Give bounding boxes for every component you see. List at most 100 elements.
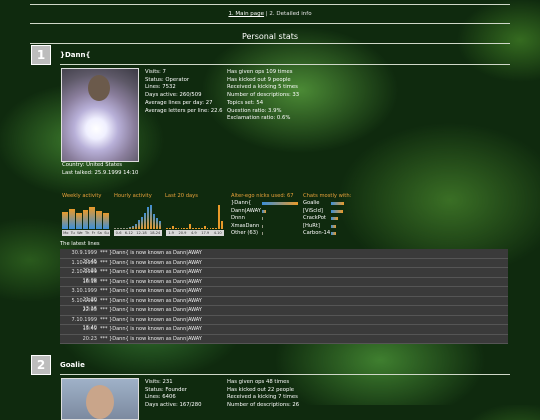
nick-bar — [262, 202, 298, 205]
user-photo — [61, 378, 139, 420]
weekly-bar — [89, 206, 96, 229]
hourly-bar — [138, 219, 140, 229]
last20-bar — [171, 226, 174, 229]
last20-bar — [212, 228, 215, 229]
line-text: *** }Dann{ is now known as Dann|AWAY — [100, 326, 202, 332]
nick-bar — [331, 217, 339, 220]
alter-ego-list: }Dann{Dann|AWAY Dnnn XmasDann Other (63) — [231, 200, 299, 238]
latest-line-row: 2.10.1999 16:09 *** }Dann{ is now known a… — [60, 268, 508, 284]
hourly-axis: 0-6 6-12 12-18 18-24 — [114, 230, 162, 236]
nick-name: CrackPot — [303, 215, 326, 221]
nick-row: Dann|AWAY — [231, 208, 299, 216]
last-talked: Last talked: 25.9.1999 14:10 — [62, 170, 139, 176]
title-rule — [30, 43, 510, 44]
stat-visits: Visits: 7 — [145, 69, 166, 75]
line-timestamp: 16:16 — [82, 278, 97, 285]
line-text: *** }Dann{ is now known as Dann|AWAY — [100, 335, 202, 342]
axis-tick-label: 1.9 — [168, 231, 174, 235]
weekly-bar — [68, 208, 75, 229]
hourly-bar — [123, 228, 125, 229]
stat-ops-given: Has given ops 48 times — [227, 379, 290, 385]
weekly-bar — [82, 210, 89, 229]
last20-bar — [192, 228, 194, 229]
nick-name: }Dann{ — [231, 200, 252, 206]
alter-ego-label: Alter-ego nicks used: 67 — [231, 193, 294, 199]
hourly-bar — [117, 227, 119, 229]
page-title: Personal stats — [241, 32, 299, 41]
nick-bar — [262, 224, 263, 228]
line-text: *** }Dann{ is now known as Dann|AWAY — [100, 259, 202, 266]
user-photo — [61, 68, 139, 162]
axis-tick-label: Sa — [97, 231, 102, 235]
nick-bar — [262, 209, 266, 213]
hourly-bar — [156, 218, 158, 229]
last20-bar — [166, 228, 168, 229]
weekly-activity-label: Weekly activity — [62, 193, 102, 199]
axis-tick-label: 6-12 — [124, 231, 133, 235]
weekly-bar — [103, 212, 109, 229]
nick-name: [ViScId] — [303, 207, 323, 214]
axis-tick-label: Tu — [70, 231, 75, 235]
nick-bar — [262, 232, 264, 235]
weekly-axis: Mo Tu We Th Fr Sa Su — [62, 230, 110, 236]
latest-lines-label: The latest lines — [60, 241, 100, 247]
last-20-days-chart: 1.9 20.9 4.9 17.9 4.10 — [166, 202, 224, 236]
stat-kicked-out: Has kicked out 22 people — [227, 386, 295, 393]
stats-left: Visits: 7 Status: Operator Lines: 7532 D… — [145, 69, 223, 115]
axis-tick-label: 18-24 — [149, 231, 161, 235]
nick-name: Dann|AWAY — [231, 207, 261, 214]
line-timestamp: 15:49 — [82, 326, 97, 332]
last20-bar — [186, 228, 189, 229]
stat-descriptions: Number of descriptions: 26 — [227, 402, 300, 409]
nick-row: Dnnn — [231, 215, 299, 223]
line-timestamp: 7.10.1999 13:40 — [71, 316, 97, 332]
rank-badge: 2 — [31, 355, 51, 375]
stat-days-active: Days active: 260/509 — [145, 92, 202, 99]
stat-exclamation-ratio: Exclamation ratio: 0.6% — [227, 115, 291, 122]
last20-bar — [195, 228, 197, 229]
chats-with-label: Chats mostly with: — [303, 193, 352, 199]
latest-line-row: 16:16 *** }Dann{ is now known as Dann|AWA… — [60, 277, 508, 287]
stat-lines: Lines: 7532 — [145, 84, 176, 91]
line-timestamp: 5.10.1999 13:16 — [71, 297, 97, 313]
main-page-link[interactable]: 1. Main page — [228, 11, 264, 17]
user-rule — [60, 374, 510, 375]
hourly-activity-label: Hourly activity — [114, 193, 152, 199]
latest-line-row: 1.10.1999 20:21 *** }Dann{ is now known a… — [60, 258, 508, 274]
hourly-bar — [150, 204, 152, 229]
hourly-activity-chart: 0-6 6-12 12-18 18-24 — [114, 202, 162, 236]
axis-tick-label: Fr — [91, 231, 96, 235]
last20-bar — [206, 228, 209, 229]
hourly-bar — [120, 228, 122, 229]
last20-bar — [215, 228, 218, 229]
weekly-bar — [75, 213, 82, 229]
nick-bar — [262, 217, 263, 220]
photo-head — [88, 75, 110, 101]
line-text: *** }Dann{ is now known as Dann|AWAY — [100, 250, 202, 256]
last20-bar — [218, 204, 221, 229]
last20-bar — [203, 226, 206, 229]
stat-kicked-out: Has kicked out 9 people — [227, 76, 291, 83]
axis-tick-label: 12-18 — [136, 231, 147, 235]
last20-bar — [183, 228, 186, 229]
axis-tick-label: Mo — [63, 231, 69, 235]
last20-bar — [189, 223, 192, 229]
rank-badge: 1 — [31, 45, 51, 65]
stat-days-active: Days active: 167/280 — [145, 402, 202, 409]
weekly-activity-chart: Mo Tu We Th Fr Sa Su — [62, 202, 110, 236]
last20-bar — [197, 228, 200, 229]
hourly-bar — [153, 214, 155, 229]
line-text: *** }Dann{ is now known as Dann|AWAY — [100, 288, 202, 294]
nick-row: Goalie — [303, 200, 353, 208]
stat-kicked: Received a kicking 7 times — [227, 394, 298, 401]
detailed-info-label: 2. Detailed info — [269, 11, 312, 17]
latest-line-row: 22:03 *** }Dann{ is now known as Dann|AWA… — [60, 306, 508, 316]
hourly-bar — [132, 226, 134, 229]
nick-row: Carbon-14 — [303, 230, 353, 238]
nick-bar — [331, 224, 337, 228]
last20-bar — [174, 228, 177, 229]
nick-row: }Dann{ — [231, 200, 299, 208]
stat-avg-letters: Average letters per line: 22.6 — [145, 107, 223, 114]
last20-axis: 1.9 20.9 4.9 17.9 4.10 — [166, 230, 224, 236]
line-text: *** }Dann{ is now known as Dann|AWAY — [100, 297, 202, 304]
